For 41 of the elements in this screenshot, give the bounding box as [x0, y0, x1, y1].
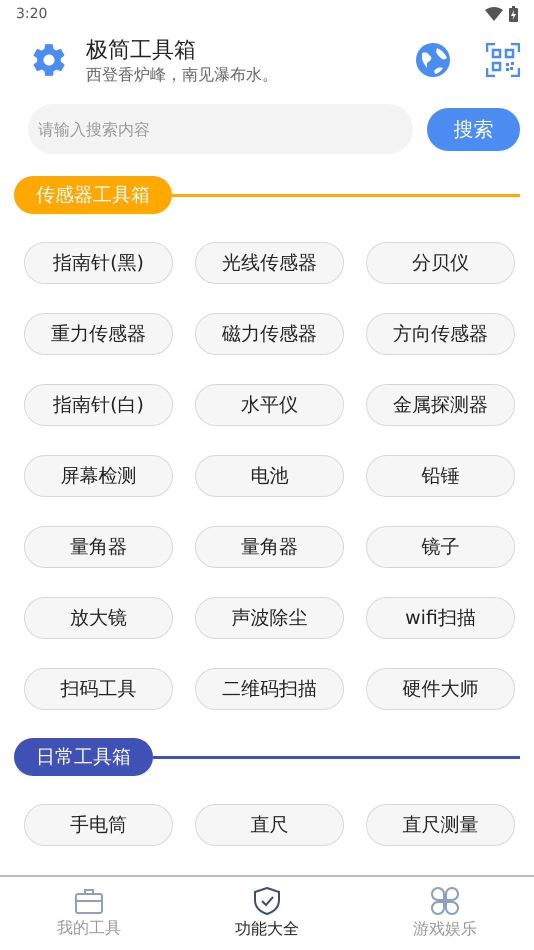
nav-label: 我的工具: [57, 918, 121, 939]
status-time: 3:20: [16, 6, 48, 22]
tool-button[interactable]: 电池: [195, 455, 344, 497]
toolbox-icon: [75, 888, 103, 914]
tool-button[interactable]: wifi扫描: [366, 597, 515, 639]
battery-icon: [509, 6, 518, 22]
tool-button[interactable]: 量角器: [195, 526, 344, 568]
tool-button[interactable]: 指南针(白): [24, 384, 173, 426]
tool-button[interactable]: 磁力传感器: [195, 313, 344, 355]
tool-button[interactable]: 放大镜: [24, 597, 173, 639]
tool-button[interactable]: 屏幕检测: [24, 455, 173, 497]
tool-button[interactable]: 重力传感器: [24, 313, 173, 355]
tool-button[interactable]: 硬件大师: [366, 668, 515, 710]
tool-button[interactable]: 声波除尘: [195, 597, 344, 639]
search-field[interactable]: 请输入搜索内容: [28, 104, 413, 154]
section-title: 传感器工具箱: [14, 176, 172, 214]
tool-button[interactable]: 光线传感器: [195, 242, 344, 284]
tool-button[interactable]: 镜子: [366, 526, 515, 568]
nav-tab[interactable]: 功能大全: [178, 877, 356, 950]
tool-button[interactable]: 金属探测器: [366, 384, 515, 426]
tool-button[interactable]: 铅锤: [366, 455, 515, 497]
tool-button[interactable]: 手电筒: [24, 804, 173, 846]
tool-button[interactable]: 方向传感器: [366, 313, 515, 355]
tool-button[interactable]: 分贝仪: [366, 242, 515, 284]
tool-button[interactable]: 二维码扫描: [195, 668, 344, 710]
nav-label: 功能大全: [235, 919, 299, 940]
tool-button[interactable]: 水平仪: [195, 384, 344, 426]
wifi-icon: [485, 7, 503, 21]
globe-icon[interactable]: [414, 41, 452, 79]
section-title: 日常工具箱: [14, 738, 153, 776]
app-title: 极简工具箱: [86, 36, 197, 64]
clover-icon: [431, 887, 459, 915]
qr-scan-icon[interactable]: [486, 43, 520, 77]
tool-button[interactable]: 量角器: [24, 526, 173, 568]
shield-check-icon: [254, 887, 280, 915]
tool-button[interactable]: 直尺: [195, 804, 344, 846]
tool-button[interactable]: 指南针(黑): [24, 242, 173, 284]
app-subtitle: 西登香炉峰，南见瀑布水。: [86, 64, 279, 86]
nav-label: 游戏娱乐: [413, 919, 477, 940]
tool-button[interactable]: 扫码工具: [24, 668, 173, 710]
tool-button[interactable]: 直尺测量: [366, 804, 515, 846]
